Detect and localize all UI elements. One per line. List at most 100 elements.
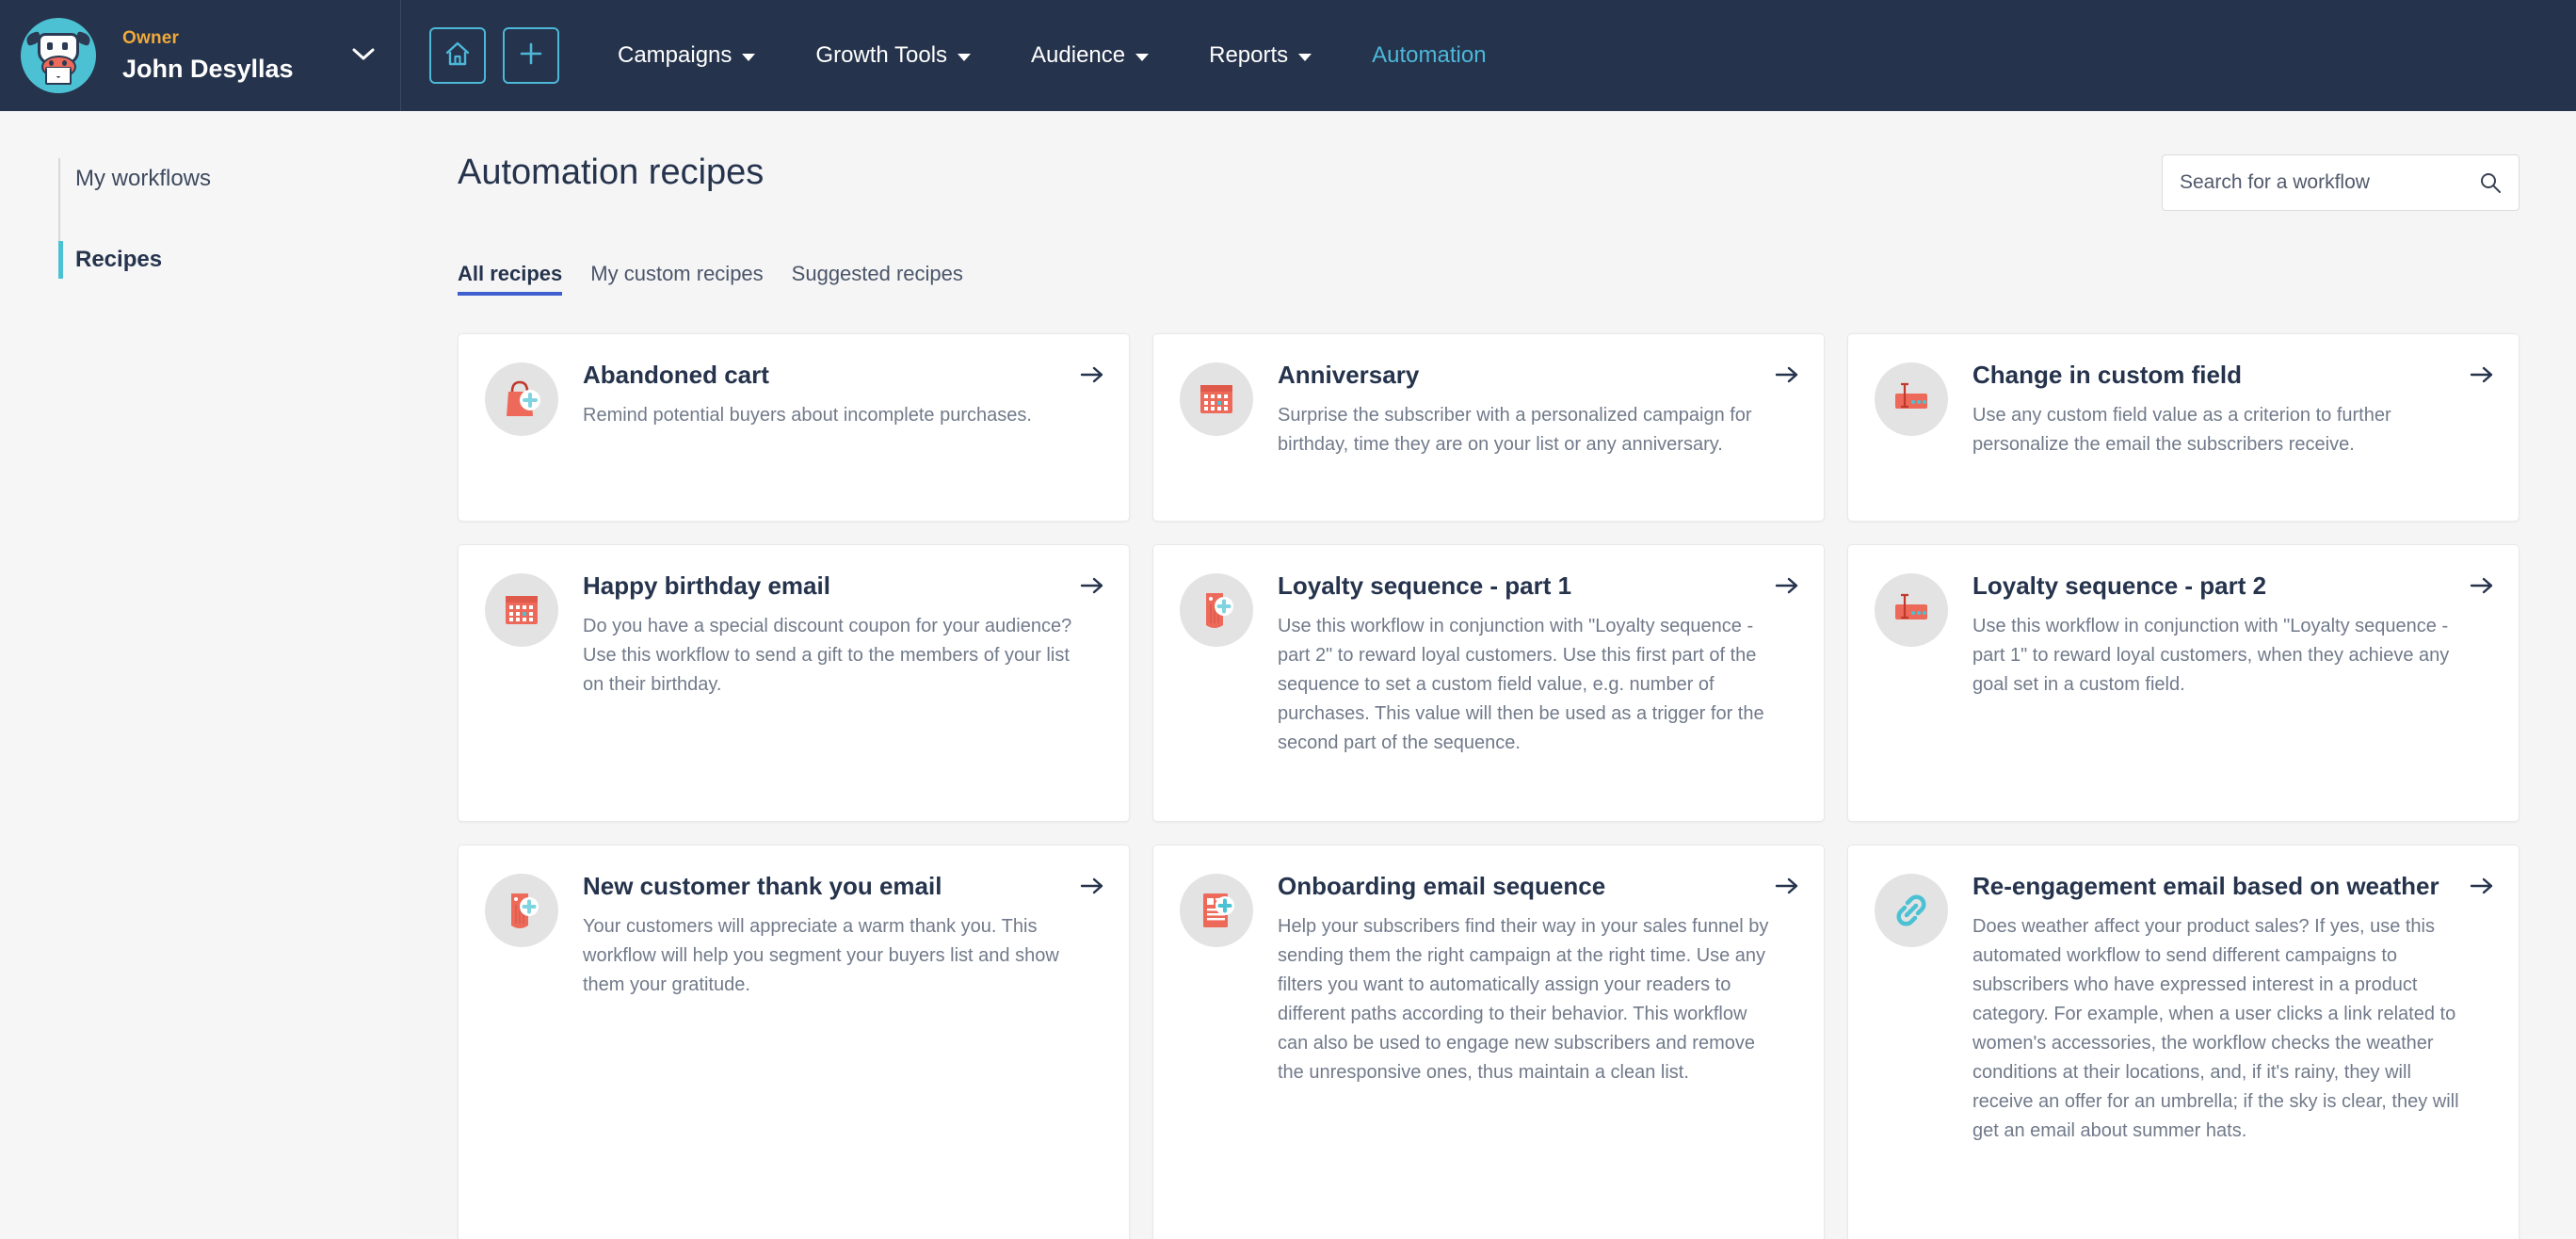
recipe-card[interactable]: Anniversary Surprise the subscriber with…: [1152, 333, 1825, 522]
account-switcher[interactable]: Owner John Desyllas: [0, 0, 401, 111]
recipe-description: Your customers will appreciate a warm th…: [583, 915, 1059, 995]
recipe-title: Anniversary: [1278, 361, 1420, 389]
arrow-right-icon[interactable]: [2470, 575, 2494, 596]
calendar-icon: [1180, 362, 1253, 436]
tab-my-custom-recipes[interactable]: My custom recipes: [590, 262, 763, 296]
recipe-body: Change in custom field Use any custom fi…: [1972, 361, 2496, 459]
recipe-title: Change in custom field: [1972, 361, 2243, 389]
page-title: Automation recipes: [458, 153, 765, 192]
link-chain-icon: [1875, 874, 1948, 947]
tag-plus-icon: [1180, 573, 1253, 647]
nav-label: Audience: [1031, 42, 1126, 68]
owner-role-label: Owner: [122, 27, 180, 48]
tab-all-recipes[interactable]: All recipes: [458, 262, 563, 296]
recipe-description: Help your subscribers find their way in …: [1278, 915, 1769, 1083]
tab-label: All recipes: [458, 262, 563, 285]
tab-label: My custom recipes: [590, 262, 764, 285]
chevron-down-icon: [958, 53, 972, 61]
avatar: [21, 18, 96, 93]
nav-label: Growth Tools: [815, 42, 948, 68]
main-content: Automation recipes All recipes My custom…: [401, 111, 2576, 1239]
recipe-card[interactable]: Onboarding email sequence Help your subs…: [1152, 845, 1825, 1239]
chevron-down-icon: [1298, 53, 1312, 61]
arrow-right-icon[interactable]: [1080, 876, 1104, 896]
plus-icon: [518, 40, 544, 72]
nav-label: Automation: [1372, 42, 1487, 68]
recipe-description: Do you have a special discount coupon fo…: [583, 615, 1072, 695]
owner-name-label: John Desyllas: [122, 54, 294, 83]
page-body: My workflows Recipes Automation recipes …: [0, 111, 2576, 1239]
recipe-body: Onboarding email sequence Help your subs…: [1278, 872, 1801, 1087]
arrow-right-icon[interactable]: [2470, 364, 2494, 385]
recipe-body: Re-engagement email based on weather Doe…: [1972, 872, 2496, 1146]
recipe-card[interactable]: Re-engagement email based on weather Doe…: [1847, 845, 2520, 1239]
content-header: Automation recipes: [458, 111, 2520, 211]
recipe-card[interactable]: Happy birthday email Do you have a speci…: [458, 544, 1130, 822]
owner-info: Owner John Desyllas: [122, 28, 351, 84]
arrow-right-icon[interactable]: [1775, 575, 1799, 596]
nav-item-campaigns[interactable]: Campaigns: [588, 0, 785, 111]
tag-plus-icon: [485, 874, 558, 947]
top-navigation-bar: Owner John Desyllas Campaigns Growth Too…: [0, 0, 2576, 111]
home-icon: [443, 40, 472, 72]
recipe-title: New customer thank you email: [583, 872, 942, 900]
recipe-card[interactable]: Change in custom field Use any custom fi…: [1847, 333, 2520, 522]
chevron-down-icon: [742, 53, 756, 61]
recipe-description: Use any custom field value as a criterio…: [1972, 404, 2391, 455]
active-marker: [58, 241, 63, 279]
recipe-card[interactable]: New customer thank you email Your custom…: [458, 845, 1130, 1239]
sidebar-item-recipes[interactable]: Recipes: [0, 235, 401, 284]
recipe-card[interactable]: Abandoned cart Remind potential buyers a…: [458, 333, 1130, 522]
recipe-body: Loyalty sequence - part 1 Use this workf…: [1278, 571, 1801, 758]
recipe-description: Remind potential buyers about incomplete…: [583, 404, 1032, 426]
text-field-icon: [1875, 573, 1948, 647]
sidebar-item-label: Recipes: [75, 247, 163, 272]
arrow-right-icon[interactable]: [1080, 575, 1104, 596]
nav-item-growth-tools[interactable]: Growth Tools: [785, 0, 1001, 111]
chevron-down-icon: [1135, 53, 1150, 61]
main-menu: Campaigns Growth Tools Audience Reports …: [588, 0, 2576, 111]
recipe-body: Happy birthday email Do you have a speci…: [583, 571, 1106, 700]
nav-item-reports[interactable]: Reports: [1179, 0, 1342, 111]
text-field-icon: [1875, 362, 1948, 436]
recipe-description: Does weather affect your product sales? …: [1972, 915, 2459, 1141]
recipe-card[interactable]: Loyalty sequence - part 1 Use this workf…: [1152, 544, 1825, 822]
tab-suggested-recipes[interactable]: Suggested recipes: [792, 262, 963, 296]
search-icon[interactable]: [2479, 171, 2502, 194]
recipe-title: Loyalty sequence - part 2: [1972, 571, 2267, 600]
recipe-body: New customer thank you email Your custom…: [583, 872, 1106, 1000]
nav-item-automation[interactable]: Automation: [1342, 0, 1516, 111]
arrow-right-icon[interactable]: [1775, 364, 1799, 385]
nav-item-audience[interactable]: Audience: [1001, 0, 1179, 111]
recipe-title: Onboarding email sequence: [1278, 872, 1606, 900]
chevron-down-icon[interactable]: [351, 45, 376, 66]
nav-label: Reports: [1209, 42, 1289, 68]
recipe-title: Abandoned cart: [583, 361, 769, 389]
shopping-bag-plus-icon: [485, 362, 558, 436]
recipe-body: Abandoned cart Remind potential buyers a…: [583, 361, 1106, 430]
recipe-body: Loyalty sequence - part 2 Use this workf…: [1972, 571, 2496, 700]
search-input[interactable]: [2180, 171, 2479, 194]
arrow-right-icon[interactable]: [1775, 876, 1799, 896]
recipe-description: Use this workflow in conjunction with "L…: [1972, 615, 2450, 695]
home-button[interactable]: [429, 27, 486, 84]
arrow-right-icon[interactable]: [1080, 364, 1104, 385]
recipe-card[interactable]: Loyalty sequence - part 2 Use this workf…: [1847, 544, 2520, 822]
recipe-title: Re-engagement email based on weather: [1972, 872, 2439, 900]
recipe-title: Happy birthday email: [583, 571, 830, 600]
recipe-body: Anniversary Surprise the subscriber with…: [1278, 361, 1801, 459]
recipe-description: Use this workflow in conjunction with "L…: [1278, 615, 1764, 753]
quick-actions: [401, 0, 588, 111]
add-button[interactable]: [503, 27, 559, 84]
nav-label: Campaigns: [618, 42, 733, 68]
recipes-grid: Abandoned cart Remind potential buyers a…: [458, 333, 2520, 1239]
sidebar-item-my-workflows[interactable]: My workflows: [0, 154, 401, 203]
sidebar-item-label: My workflows: [75, 166, 212, 191]
search-workflow-box[interactable]: [2162, 154, 2520, 211]
document-plus-icon: [1180, 874, 1253, 947]
sidebar: My workflows Recipes: [0, 111, 401, 1239]
tab-label: Suggested recipes: [791, 262, 963, 285]
arrow-right-icon[interactable]: [2470, 876, 2494, 896]
recipe-description: Surprise the subscriber with a personali…: [1278, 404, 1752, 455]
recipe-title: Loyalty sequence - part 1: [1278, 571, 1572, 600]
